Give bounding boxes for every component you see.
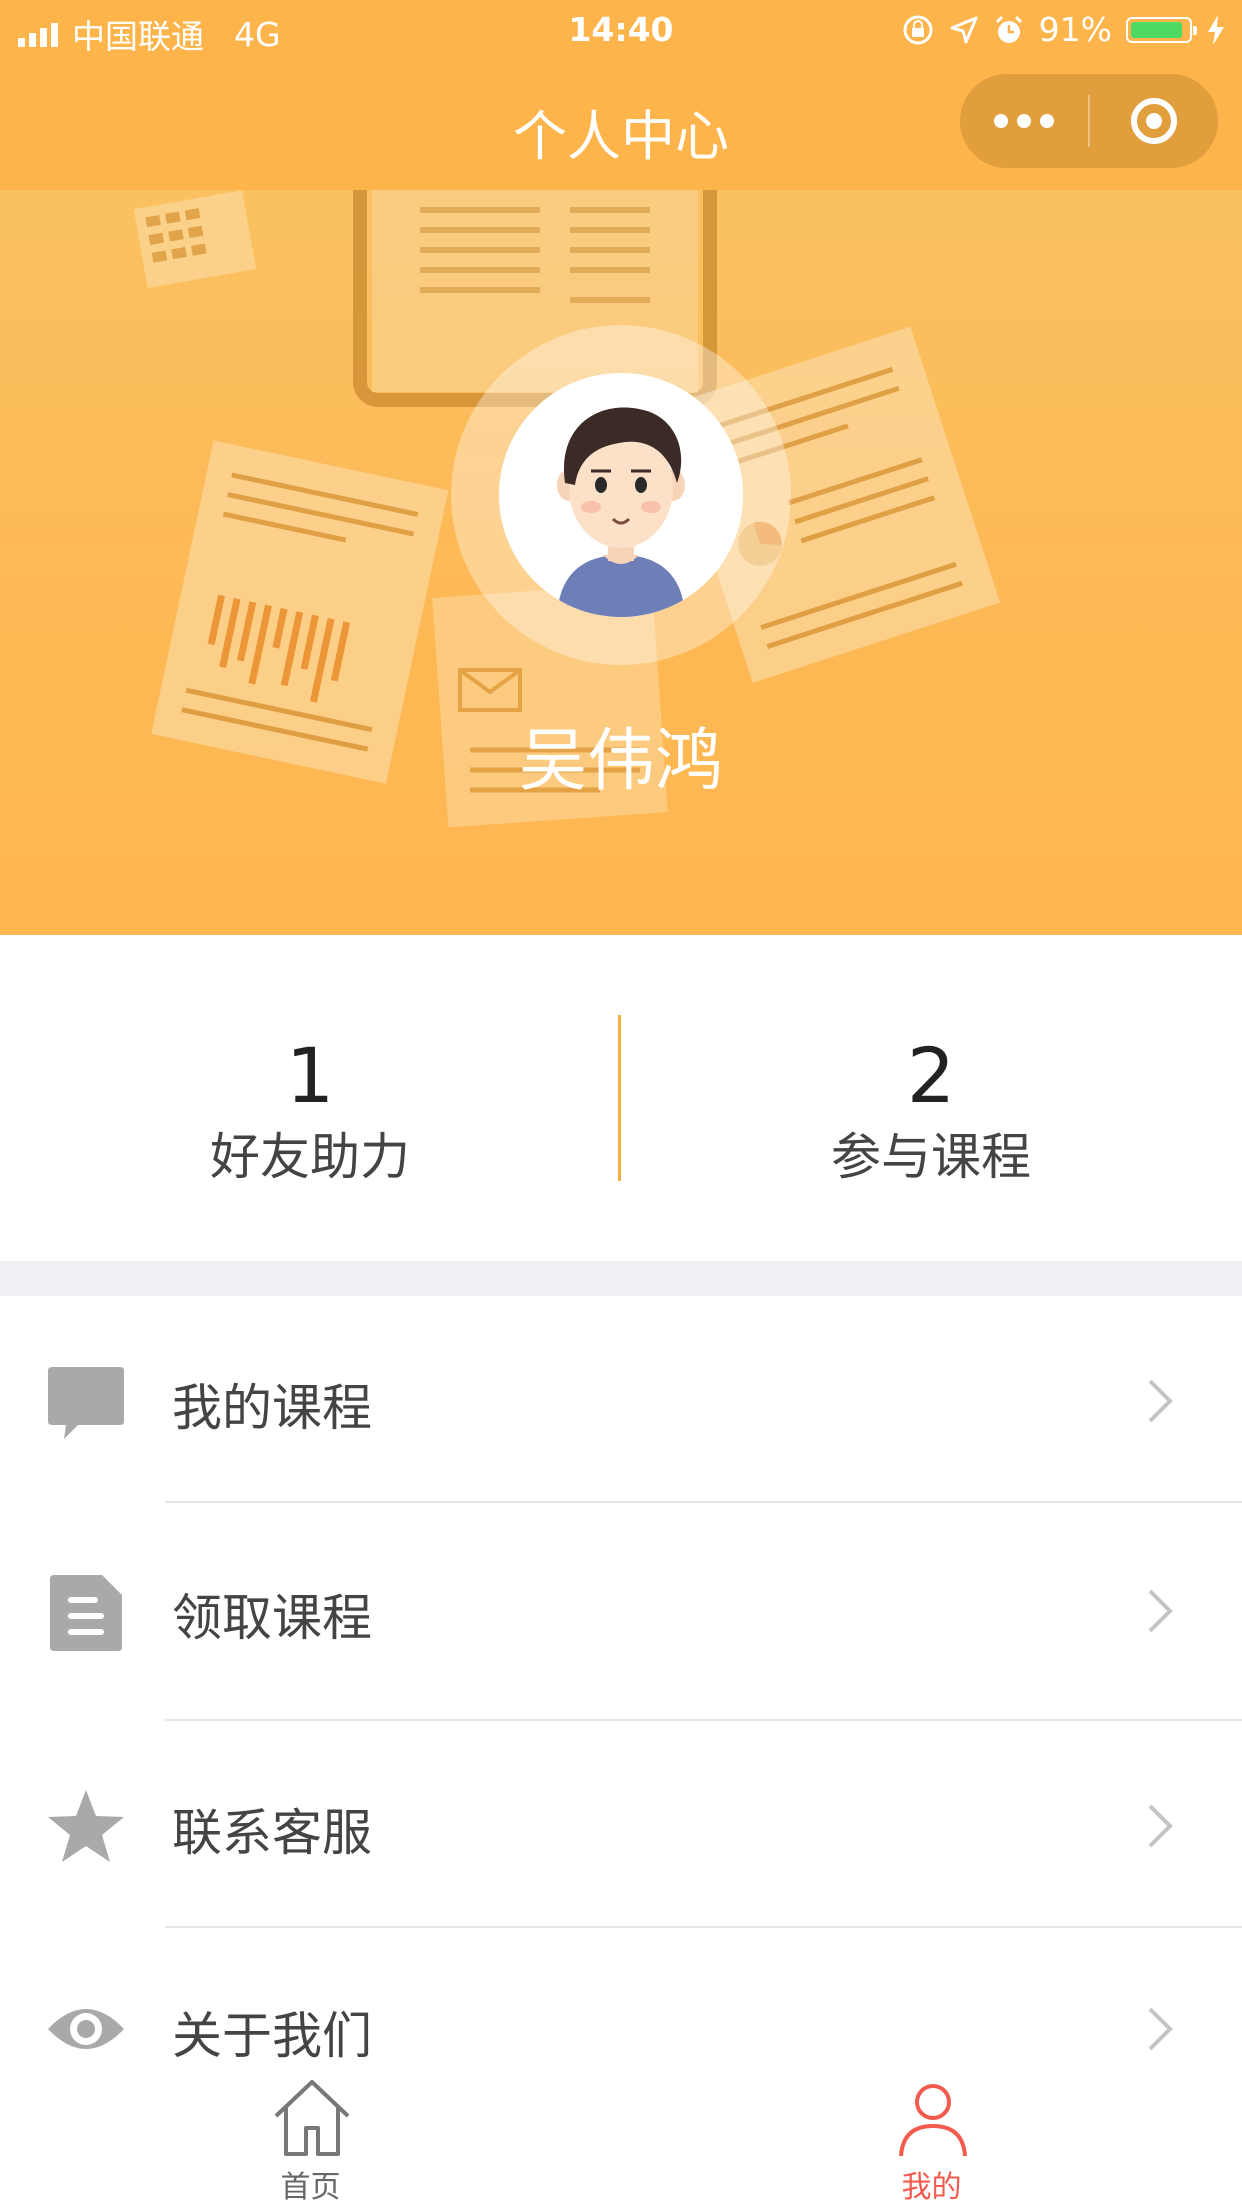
tab-label: 我的 [901, 2170, 962, 2205]
tab-label: 首页 [280, 2170, 341, 2205]
status-bar: 中国联通 4G 14:40 91% [0, 0, 1242, 62]
avatar-illustration [499, 373, 743, 617]
user-name: 吴伟鸿 [518, 722, 723, 801]
stat-value: 1 [285, 1031, 335, 1120]
home-icon [274, 2080, 350, 2156]
stat-value: 2 [906, 1031, 956, 1120]
avatar[interactable] [499, 373, 743, 617]
menu-divider [165, 1501, 1242, 1503]
rotation-lock-icon [903, 15, 933, 44]
chat-bubble-icon [48, 1367, 124, 1439]
menu-item-customer-service[interactable]: 联系客服 [0, 1721, 1242, 1931]
more-dots-icon [994, 114, 1008, 128]
menu-item-label: 关于我们 [172, 2007, 372, 2065]
profile-banner: 吴伟鸿 [0, 190, 1242, 935]
chevron-right-icon [1148, 1379, 1173, 1423]
chevron-right-icon [1148, 1804, 1173, 1848]
tab-mine[interactable]: 我的 [621, 2068, 1242, 2208]
stat-joined-courses[interactable]: 2 参与课程 [621, 935, 1241, 1261]
menu-item-claim-course[interactable]: 领取课程 [0, 1506, 1242, 1716]
eye-icon [48, 2009, 124, 2049]
chevron-right-icon [1148, 2007, 1173, 2051]
menu-item-label: 联系客服 [172, 1804, 372, 1862]
more-button[interactable] [960, 74, 1088, 168]
menu-item-label: 领取课程 [172, 1589, 372, 1647]
battery-icon [1126, 16, 1197, 43]
tab-home[interactable]: 首页 [0, 2068, 621, 2208]
tab-bar: 首页 我的 [0, 2068, 1242, 2208]
user-icon [899, 2084, 967, 2157]
mini-program-capsule [960, 74, 1218, 168]
target-circle-icon [1131, 98, 1177, 144]
navigation-bar: 个人中心 [0, 62, 1242, 190]
stats-panel: 1 好友助力 2 参与课程 [0, 935, 1242, 1261]
stat-label: 参与课程 [831, 1128, 1031, 1186]
menu-item-my-courses[interactable]: 我的课程 [0, 1296, 1242, 1506]
menu-item-label: 我的课程 [172, 1379, 372, 1437]
document-icon [50, 1575, 122, 1651]
chevron-right-icon [1148, 1589, 1173, 1633]
section-gap [0, 1261, 1242, 1296]
close-button[interactable] [1090, 74, 1218, 168]
star-icon [48, 1790, 124, 1862]
battery-percent: 91% [1038, 10, 1112, 49]
charging-icon [1208, 14, 1224, 45]
stat-friend-help[interactable]: 1 好友助力 [0, 935, 620, 1261]
location-icon [950, 16, 978, 43]
alarm-icon [995, 15, 1022, 43]
stat-label: 好友助力 [210, 1128, 410, 1186]
